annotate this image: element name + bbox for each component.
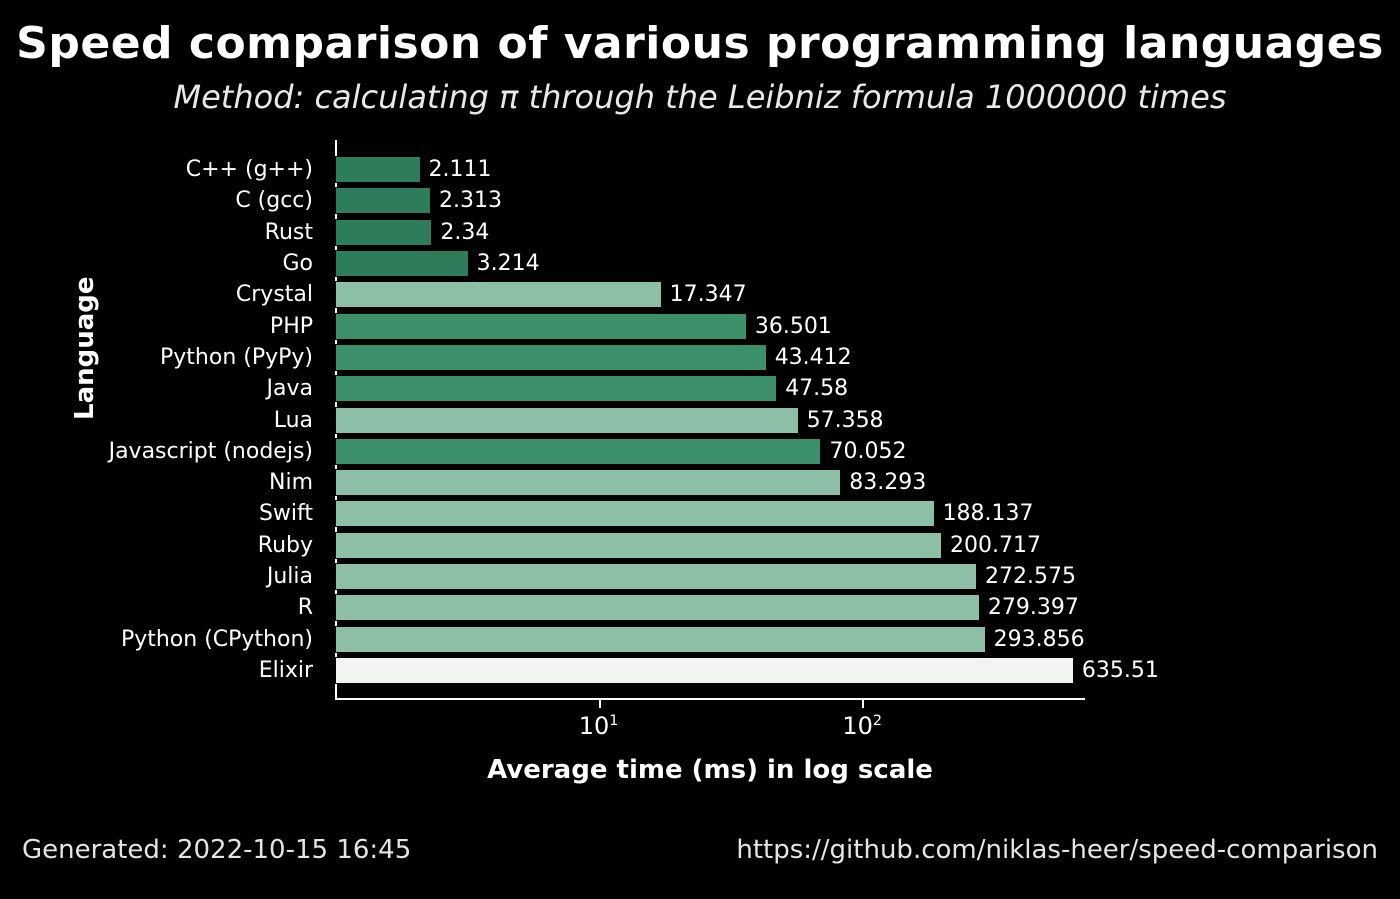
bar-row: 635.51 — [335, 657, 1085, 684]
bar — [335, 375, 777, 402]
bar — [335, 500, 935, 527]
bar-row: 2.313 — [335, 187, 1085, 214]
category-label: Elixir — [0, 657, 325, 684]
bar — [335, 219, 432, 246]
bar-value-label: 279.397 — [980, 594, 1079, 621]
bars-container: 2.111 2.313 2.34 3.214 17.34736.501 43.412 47.… — [335, 156, 1085, 684]
bar — [335, 657, 1074, 684]
bar — [335, 563, 977, 590]
bar-value-label: 2.313 — [431, 187, 502, 214]
category-label: Javascript (nodejs) — [0, 438, 325, 465]
category-label: Nim — [0, 469, 325, 496]
category-label: Python (PyPy) — [0, 344, 325, 371]
category-label: Julia — [0, 563, 325, 590]
bar-row: 2.111 — [335, 156, 1085, 183]
category-label: Java — [0, 375, 325, 402]
category-label: PHP — [0, 313, 325, 340]
bar-value-label: 57.358 — [799, 407, 884, 434]
bar-value-label: 272.575 — [977, 563, 1076, 590]
bar-row: 47.58 — [335, 375, 1085, 402]
x-tick-label: 102 — [842, 712, 882, 740]
category-label: R — [0, 594, 325, 621]
bar-value-label: 635.51 — [1074, 657, 1159, 684]
bar — [335, 187, 431, 214]
bar-row: 188.137 — [335, 500, 1085, 527]
category-label: Crystal — [0, 281, 325, 308]
plot-area: 2.111 2.313 2.34 3.214 17.34736.501 43.412 47.… — [335, 140, 1085, 700]
bar-row: 200.717 — [335, 532, 1085, 559]
bar — [335, 626, 986, 653]
bar-value-label: 47.58 — [777, 375, 848, 402]
bar-row: 36.501 — [335, 313, 1085, 340]
bar-value-label: 83.293 — [841, 469, 926, 496]
bar — [335, 407, 799, 434]
bar-row: 70.052 — [335, 438, 1085, 465]
x-tick-label: 101 — [579, 712, 619, 740]
bar — [335, 156, 421, 183]
bar-value-label: 188.137 — [935, 500, 1034, 527]
bar-value-label: 43.412 — [767, 344, 852, 371]
chart-subtitle: Method: calculating π through the Leibni… — [0, 78, 1400, 116]
category-label: C++ (g++) — [0, 156, 325, 183]
bar-value-label: 3.214 — [469, 250, 540, 277]
bar-row: 293.856 — [335, 626, 1085, 653]
bar — [335, 313, 747, 340]
bar-row: 272.575 — [335, 563, 1085, 590]
x-tick — [599, 700, 601, 708]
category-label: C (gcc) — [0, 187, 325, 214]
bar — [335, 281, 662, 308]
y-tick-labels: C++ (g++) C (gcc) Rust Go Crystal PHP Python (… — [0, 156, 325, 684]
bar-row: 83.293 — [335, 469, 1085, 496]
bar — [335, 250, 469, 277]
bar-value-label: 17.347 — [662, 281, 747, 308]
bar-value-label: 36.501 — [747, 313, 832, 340]
x-axis-label: Average time (ms) in log scale — [335, 755, 1085, 785]
category-label: Swift — [0, 500, 325, 527]
bar — [335, 469, 841, 496]
category-label: Ruby — [0, 532, 325, 559]
bar-row: 43.412 — [335, 344, 1085, 371]
category-label: Go — [0, 250, 325, 277]
bar-value-label: 293.856 — [986, 626, 1085, 653]
bar-value-label: 200.717 — [942, 532, 1041, 559]
generated-timestamp: Generated: 2022-10-15 16:45 — [22, 835, 411, 865]
category-label: Lua — [0, 407, 325, 434]
bar-row: 57.358 — [335, 407, 1085, 434]
bar-value-label: 2.111 — [421, 156, 492, 183]
x-tick — [862, 700, 864, 708]
source-link[interactable]: https://github.com/niklas-heer/speed-com… — [736, 835, 1378, 865]
bar-row: 17.347 — [335, 281, 1085, 308]
bar — [335, 594, 980, 621]
bar-row: 3.214 — [335, 250, 1085, 277]
x-axis-line — [335, 698, 1085, 700]
bar-value-label: 2.34 — [432, 219, 489, 246]
bar — [335, 438, 821, 465]
bar-row: 279.397 — [335, 594, 1085, 621]
bar-value-label: 70.052 — [821, 438, 906, 465]
bar — [335, 532, 942, 559]
category-label: Rust — [0, 219, 325, 246]
category-label: Python (CPython) — [0, 626, 325, 653]
chart-title: Speed comparison of various programming … — [0, 18, 1400, 69]
bar — [335, 344, 767, 371]
bar-row: 2.34 — [335, 219, 1085, 246]
